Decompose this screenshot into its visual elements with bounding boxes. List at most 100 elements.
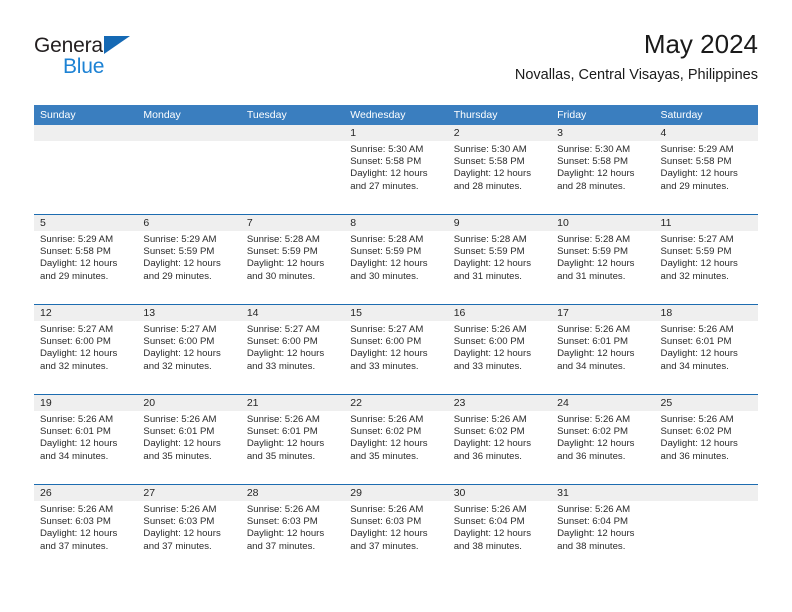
day-number: 25 bbox=[654, 395, 758, 411]
day-number: 23 bbox=[447, 395, 552, 411]
sunset-time: Sunset: 6:01 PM bbox=[557, 336, 629, 348]
daylight-duration-line1: Daylight: 12 hours bbox=[557, 258, 635, 270]
day-cell[interactable]: 23 Sunrise: 5:26 AM Sunset: 6:02 PM Dayligh… bbox=[447, 395, 552, 484]
day-cell[interactable]: 26 Sunrise: 5:26 AM Sunset: 6:03 PM Dayligh… bbox=[34, 485, 138, 574]
sunrise-time: Sunrise: 5:27 AM bbox=[660, 234, 734, 245]
blue-triangle-icon bbox=[104, 36, 130, 54]
daylight-duration-line2: and 36 minutes. bbox=[660, 450, 729, 462]
daylight-duration-line1: Daylight: 12 hours bbox=[143, 528, 221, 540]
day-cell[interactable]: 22 Sunrise: 5:26 AM Sunset: 6:02 PM Dayligh… bbox=[344, 395, 448, 484]
day-cell[interactable]: 24 Sunrise: 5:26 AM Sunset: 6:02 PM Dayligh… bbox=[551, 395, 655, 484]
daylight-duration-line1: Daylight: 12 hours bbox=[143, 348, 221, 360]
sunrise-time: Sunrise: 5:26 AM bbox=[453, 504, 527, 515]
daylight-duration-line2: and 29 minutes. bbox=[40, 270, 109, 282]
sunrise-time: Sunrise: 5:28 AM bbox=[557, 234, 631, 245]
day-number: 13 bbox=[137, 305, 241, 321]
day-cell[interactable]: 12 Sunrise: 5:27 AM Sunset: 6:00 PM Dayligh… bbox=[34, 305, 138, 394]
daylight-duration-line2: and 36 minutes. bbox=[557, 450, 626, 462]
day-cell-empty bbox=[240, 125, 345, 214]
day-cell[interactable]: 7 Sunrise: 5:28 AM Sunset: 5:59 PM Daylight… bbox=[240, 215, 345, 304]
daylight-duration-line2: and 38 minutes. bbox=[557, 540, 626, 552]
calendar-week-row: 19 Sunrise: 5:26 AM Sunset: 6:01 PM Dayligh… bbox=[34, 394, 758, 484]
weekday-header-monday: Monday bbox=[143, 109, 181, 121]
day-details: Sunrise: 5:26 AM Sunset: 6:02 PM Daylight:… bbox=[551, 411, 654, 463]
day-cell[interactable]: 15 Sunrise: 5:27 AM Sunset: 6:00 PM Dayligh… bbox=[344, 305, 448, 394]
sunrise-time: Sunrise: 5:28 AM bbox=[246, 234, 320, 245]
daylight-duration-line2: and 37 minutes. bbox=[143, 540, 212, 552]
sunrise-time: Sunrise: 5:26 AM bbox=[453, 324, 527, 335]
day-cell[interactable]: 1 Sunrise: 5:30 AM Sunset: 5:58 PM Daylight… bbox=[344, 125, 448, 214]
sunrise-time: Sunrise: 5:29 AM bbox=[143, 234, 217, 245]
day-cell[interactable]: 25 Sunrise: 5:26 AM Sunset: 6:02 PM Dayligh… bbox=[654, 395, 758, 484]
day-number: 10 bbox=[551, 215, 655, 231]
day-cell[interactable]: 8 Sunrise: 5:28 AM Sunset: 5:59 PM Daylight… bbox=[344, 215, 448, 304]
sunrise-time: Sunrise: 5:28 AM bbox=[453, 234, 527, 245]
title-block: May 2024 Novallas, Central Visayas, Phil… bbox=[515, 28, 758, 86]
day-details: Sunrise: 5:27 AM Sunset: 6:00 PM Daylight:… bbox=[137, 321, 240, 373]
day-cell[interactable]: 18 Sunrise: 5:26 AM Sunset: 6:01 PM Dayligh… bbox=[654, 305, 758, 394]
day-cell[interactable]: 11 Sunrise: 5:27 AM Sunset: 5:59 PM Dayligh… bbox=[654, 215, 758, 304]
sunset-time: Sunset: 6:01 PM bbox=[660, 336, 732, 348]
daylight-duration-line2: and 33 minutes. bbox=[350, 360, 419, 372]
day-cell[interactable]: 9 Sunrise: 5:28 AM Sunset: 5:59 PM Daylight… bbox=[447, 215, 552, 304]
daylight-duration-line1: Daylight: 12 hours bbox=[350, 528, 428, 540]
day-cell[interactable]: 27 Sunrise: 5:26 AM Sunset: 6:03 PM Dayligh… bbox=[137, 485, 241, 574]
weekday-header-wednesday: Wednesday bbox=[350, 109, 406, 121]
day-cell[interactable]: 3 Sunrise: 5:30 AM Sunset: 5:58 PM Daylight… bbox=[551, 125, 655, 214]
day-number: 26 bbox=[34, 485, 138, 501]
calendar-week-row: 5 Sunrise: 5:29 AM Sunset: 5:58 PM Daylight… bbox=[34, 214, 758, 304]
day-number: 21 bbox=[240, 395, 345, 411]
day-cell[interactable]: 6 Sunrise: 5:29 AM Sunset: 5:59 PM Daylight… bbox=[137, 215, 241, 304]
sunrise-time: Sunrise: 5:28 AM bbox=[350, 234, 424, 245]
day-cell[interactable]: 31 Sunrise: 5:26 AM Sunset: 6:04 PM Dayligh… bbox=[551, 485, 655, 574]
day-cell[interactable]: 16 Sunrise: 5:26 AM Sunset: 6:00 PM Dayligh… bbox=[447, 305, 552, 394]
daylight-duration-line2: and 35 minutes. bbox=[246, 450, 316, 462]
daylight-duration-line1: Daylight: 12 hours bbox=[557, 528, 635, 540]
day-number: 4 bbox=[654, 125, 758, 141]
day-details: Sunrise: 5:26 AM Sunset: 6:01 PM Daylight:… bbox=[241, 411, 344, 463]
weekday-header-row: Sunday Monday Tuesday Wednesday Thursday Frid… bbox=[34, 105, 758, 125]
sunset-time: Sunset: 6:00 PM bbox=[143, 336, 215, 348]
sunrise-time: Sunrise: 5:26 AM bbox=[246, 504, 320, 515]
day-cell-empty bbox=[654, 485, 758, 574]
sunrise-time: Sunrise: 5:26 AM bbox=[246, 414, 320, 425]
sunset-time: Sunset: 5:59 PM bbox=[246, 246, 318, 258]
daylight-duration-line2: and 28 minutes. bbox=[557, 180, 626, 192]
day-number: 22 bbox=[344, 395, 448, 411]
daylight-duration-line2: and 37 minutes. bbox=[350, 540, 419, 552]
daylight-duration-line2: and 37 minutes. bbox=[246, 540, 316, 552]
daylight-duration-line2: and 27 minutes. bbox=[350, 180, 419, 192]
page-title: May 2024 bbox=[643, 29, 758, 59]
day-details: Sunrise: 5:30 AM Sunset: 5:58 PM Daylight:… bbox=[448, 141, 551, 193]
day-number: 2 bbox=[447, 125, 552, 141]
sunset-time: Sunset: 5:58 PM bbox=[40, 246, 111, 258]
day-details: Sunrise: 5:27 AM Sunset: 6:00 PM Daylight:… bbox=[344, 321, 447, 373]
day-cell[interactable]: 13 Sunrise: 5:27 AM Sunset: 6:00 PM Dayligh… bbox=[137, 305, 241, 394]
day-cell[interactable]: 5 Sunrise: 5:29 AM Sunset: 5:58 PM Daylight… bbox=[34, 215, 138, 304]
day-details: Sunrise: 5:30 AM Sunset: 5:58 PM Daylight:… bbox=[344, 141, 447, 193]
sunset-time: Sunset: 6:04 PM bbox=[557, 516, 629, 528]
daylight-duration-line1: Daylight: 12 hours bbox=[557, 168, 635, 180]
sunset-time: Sunset: 5:59 PM bbox=[143, 246, 215, 258]
day-cell[interactable]: 4 Sunrise: 5:29 AM Sunset: 5:58 PM Daylight… bbox=[654, 125, 758, 214]
day-details: Sunrise: 5:29 AM Sunset: 5:58 PM Daylight:… bbox=[655, 141, 758, 193]
day-cell[interactable]: 29 Sunrise: 5:26 AM Sunset: 6:03 PM Dayligh… bbox=[344, 485, 448, 574]
sunset-time: Sunset: 6:02 PM bbox=[557, 426, 629, 438]
calendar-week-row: 12 Sunrise: 5:27 AM Sunset: 6:00 PM Dayligh… bbox=[34, 304, 758, 394]
calendar-page: General Blue May 2024 Novallas, Central … bbox=[0, 0, 792, 612]
sunrise-time: Sunrise: 5:27 AM bbox=[143, 324, 217, 335]
sunrise-time: Sunrise: 5:26 AM bbox=[557, 414, 631, 425]
day-cell[interactable]: 21 Sunrise: 5:26 AM Sunset: 6:01 PM Dayligh… bbox=[240, 395, 345, 484]
day-cell[interactable]: 28 Sunrise: 5:26 AM Sunset: 6:03 PM Dayligh… bbox=[240, 485, 345, 574]
daylight-duration-line1: Daylight: 12 hours bbox=[40, 348, 118, 360]
day-cell[interactable]: 30 Sunrise: 5:26 AM Sunset: 6:04 PM Dayligh… bbox=[447, 485, 552, 574]
day-cell[interactable]: 14 Sunrise: 5:27 AM Sunset: 6:00 PM Dayligh… bbox=[240, 305, 345, 394]
day-cell[interactable]: 19 Sunrise: 5:26 AM Sunset: 6:01 PM Dayligh… bbox=[34, 395, 138, 484]
weekday-header-tuesday: Tuesday bbox=[246, 109, 287, 121]
daylight-duration-line2: and 34 minutes. bbox=[660, 360, 729, 372]
day-cell[interactable]: 17 Sunrise: 5:26 AM Sunset: 6:01 PM Dayligh… bbox=[551, 305, 655, 394]
generalblue-logo[interactable]: General Blue bbox=[34, 34, 214, 90]
day-cell[interactable]: 10 Sunrise: 5:28 AM Sunset: 5:59 PM Dayligh… bbox=[551, 215, 655, 304]
day-cell[interactable]: 20 Sunrise: 5:26 AM Sunset: 6:01 PM Dayligh… bbox=[137, 395, 241, 484]
day-cell[interactable]: 2 Sunrise: 5:30 AM Sunset: 5:58 PM Daylight… bbox=[447, 125, 552, 214]
